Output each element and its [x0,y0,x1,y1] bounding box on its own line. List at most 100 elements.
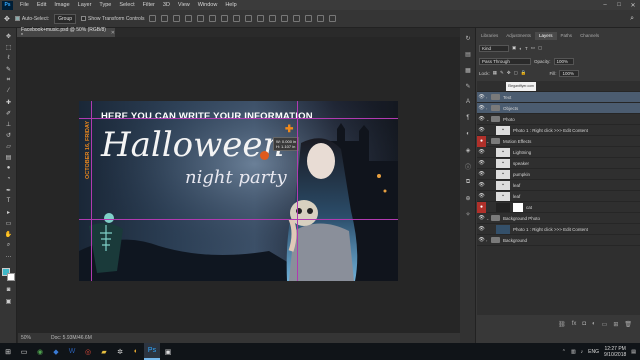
brush-tool-icon[interactable]: ✐ [4,109,13,117]
app-icon[interactable]: ▣ [160,343,176,360]
visibility-icon[interactable]: 👁 [477,215,486,221]
layer-row[interactable]: ● ⌄ Motion Effects [477,135,640,147]
hand-tool-icon[interactable]: ✋ [4,230,13,238]
layer-row[interactable]: 👁 › Objects [477,103,640,114]
add-mask-icon[interactable]: ◘ [582,321,586,327]
healing-tool-icon[interactable]: ✚ [4,98,13,106]
visibility-icon[interactable]: 👁 [477,94,486,100]
minimize-icon[interactable]: – [598,0,612,10]
menu-filter[interactable]: Filter [139,2,159,8]
guide-horizontal-bottom[interactable] [79,219,398,220]
menu-view[interactable]: View [174,2,194,8]
layer-row[interactable]: 👁 › Text [477,92,640,103]
character-icon[interactable]: A [464,98,472,106]
3d-rotate-icon[interactable] [293,15,301,22]
move-tool-icon[interactable]: ✥ [4,32,13,40]
network-icon[interactable]: ▥ [571,349,576,355]
auto-select-dropdown[interactable]: Group [54,13,77,24]
word-icon[interactable]: W [64,343,80,360]
tab-channels[interactable]: Channels [576,32,603,40]
menu-help[interactable]: Help [221,2,240,8]
new-group-icon[interactable]: ▭ [602,321,608,328]
align-top-icon[interactable] [149,15,157,22]
visibility-icon[interactable]: 👁 [477,226,486,232]
lock-all-icon[interactable]: 🔒 [521,70,527,76]
background-color-swatch[interactable] [7,273,15,281]
auto-select-checkbox[interactable] [14,16,20,21]
align-right-icon[interactable] [209,15,217,22]
photoshop-taskbar-icon[interactable]: Ps [144,343,160,360]
tab-adjustments[interactable]: Adjustments [502,32,535,40]
blend-mode-dropdown[interactable]: Pass Through [479,57,531,65]
fill-field[interactable]: 100% [559,69,580,77]
lock-pixels-icon[interactable]: ▦ [493,70,497,76]
visibility-icon[interactable]: 👁 [477,116,486,122]
quick-select-tool-icon[interactable]: ✎ [4,65,13,73]
more-tools-icon[interactable]: … [4,252,13,260]
document-canvas[interactable]: HERE YOU CAN WRITE YOUR INFORMATION OCTO… [79,101,398,281]
blur-tool-icon[interactable]: ● [4,164,13,172]
layer-row[interactable]: ● cat [477,201,640,213]
styles-icon[interactable]: ◈ [464,146,472,154]
3d-roll-icon[interactable] [305,15,313,22]
layer-row[interactable]: 👁 Photo 1 : Right click >>> Edit Content [477,224,640,235]
menu-3d[interactable]: 3D [159,2,174,8]
crop-tool-icon[interactable]: ⌗ [4,76,13,84]
menu-edit[interactable]: Edit [33,2,50,8]
adjustments-icon[interactable]: ◐ [464,130,472,138]
align-bottom-icon[interactable] [173,15,181,22]
visibility-icon[interactable]: 👁 [477,171,486,177]
layer-row[interactable]: 👁 ⌄ Photo [477,114,640,125]
pen-tool-icon[interactable]: ✒ [4,186,13,194]
layer-row[interactable]: 👁 ▪ Lightning [477,147,640,158]
distribute-left-icon[interactable] [257,15,265,22]
language-indicator[interactable]: ENG [588,349,599,355]
menu-layer[interactable]: Layer [74,2,96,8]
marquee-tool-icon[interactable]: ⬚ [4,43,13,51]
info-icon[interactable]: ⓘ [464,162,472,171]
visibility-icon[interactable]: ● [477,135,486,147]
notifications-icon[interactable]: ▤ [631,349,636,355]
layer-row[interactable]: 👁 ▪ pumpkin [477,169,640,180]
menu-window[interactable]: Window [194,2,222,8]
distribute-middle-icon[interactable] [233,15,241,22]
visibility-icon[interactable]: ● [477,201,486,213]
chrome-icon[interactable]: ◎ [80,343,96,360]
align-left-icon[interactable] [185,15,193,22]
path-select-tool-icon[interactable]: ▸ [4,208,13,216]
new-layer-icon[interactable]: ⊞ [613,321,618,328]
glyphs-icon[interactable]: ✧ [464,210,472,218]
eyedropper-tool-icon[interactable]: ⁄ [4,87,13,95]
tab-close-icon[interactable]: ✕ [111,30,115,36]
dodge-tool-icon[interactable]: ◔ [4,175,13,183]
app-icon[interactable]: ✲ [112,343,128,360]
navigator-icon[interactable]: ⊕ [464,194,472,202]
layer-row[interactable]: 👁 ▪ leaf [477,180,640,191]
search-icon[interactable]: ⌕ [630,15,634,23]
visibility-icon[interactable]: 👁 [477,149,486,155]
show-transform-checkbox[interactable] [81,16,87,21]
volume-icon[interactable]: ♪ [581,349,584,355]
layer-row[interactable]: 👁 ▪ speaker [477,158,640,169]
screen-mode-icon[interactable]: ▣ [4,297,13,305]
3d-pan-icon[interactable] [317,15,325,22]
clock[interactable]: 12:27 PM 9/10/2018 [604,346,626,358]
visibility-icon[interactable]: 👁 [477,127,486,133]
layer-row[interactable]: 👁 ▪ Photo 1 : Right click >>> Edit Conte… [477,125,640,136]
layer-row[interactable]: 👁 ▪ leaf [477,191,640,202]
history-icon[interactable]: ↻ [464,34,472,42]
align-middle-icon[interactable] [161,15,169,22]
close-icon[interactable]: ✕ [626,0,640,10]
eraser-tool-icon[interactable]: ▱ [4,142,13,150]
file-explorer-icon[interactable]: ▰ [96,343,112,360]
windows-start-icon[interactable]: ⊞ [0,343,16,360]
menu-select[interactable]: Select [115,2,138,8]
clone-stamp-tool-icon[interactable]: ⊥ [4,120,13,128]
filter-smart-icon[interactable]: ▢ [538,45,542,51]
maximize-icon[interactable]: □ [612,0,626,10]
guide-horizontal-top[interactable] [79,118,398,119]
filter-pixel-icon[interactable]: ▣ [512,45,516,51]
brush-settings-icon[interactable]: ✎ [464,82,472,90]
history-brush-tool-icon[interactable]: ↺ [4,131,13,139]
lasso-tool-icon[interactable]: ℓ [4,54,13,62]
